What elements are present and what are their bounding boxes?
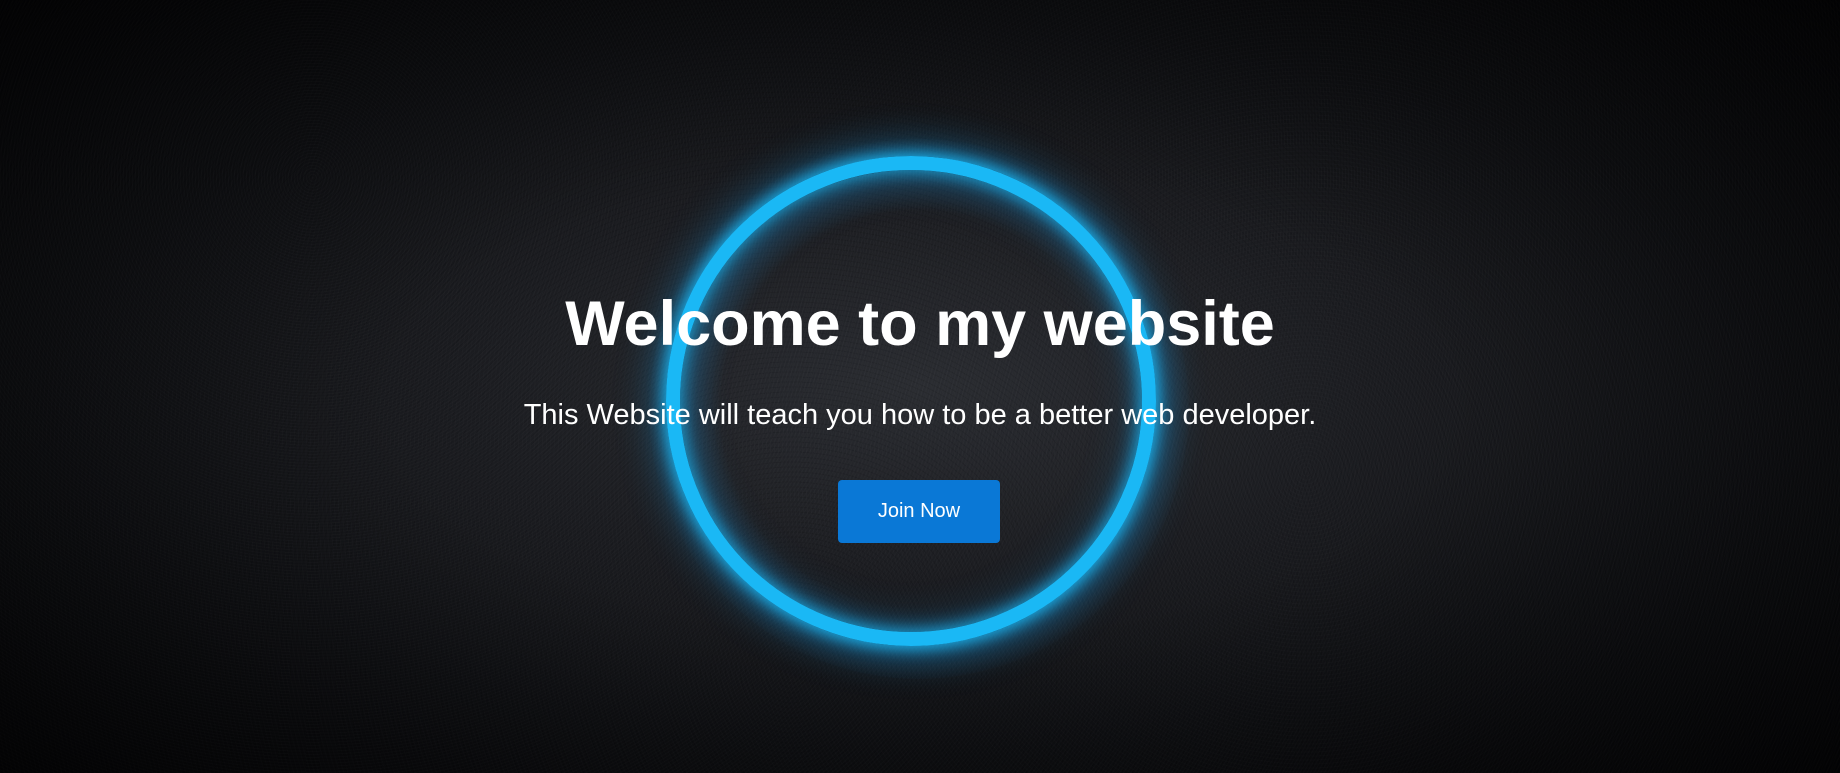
hero-subtitle: This Website will teach you how to be a … bbox=[523, 399, 1317, 431]
background-vignette bbox=[0, 0, 1840, 773]
join-now-button[interactable]: Join Now bbox=[838, 480, 1000, 543]
background-texture bbox=[0, 0, 1840, 773]
hero-title: Welcome to my website bbox=[565, 289, 1275, 359]
hero-section: Welcome to my website This Website will … bbox=[0, 0, 1840, 773]
